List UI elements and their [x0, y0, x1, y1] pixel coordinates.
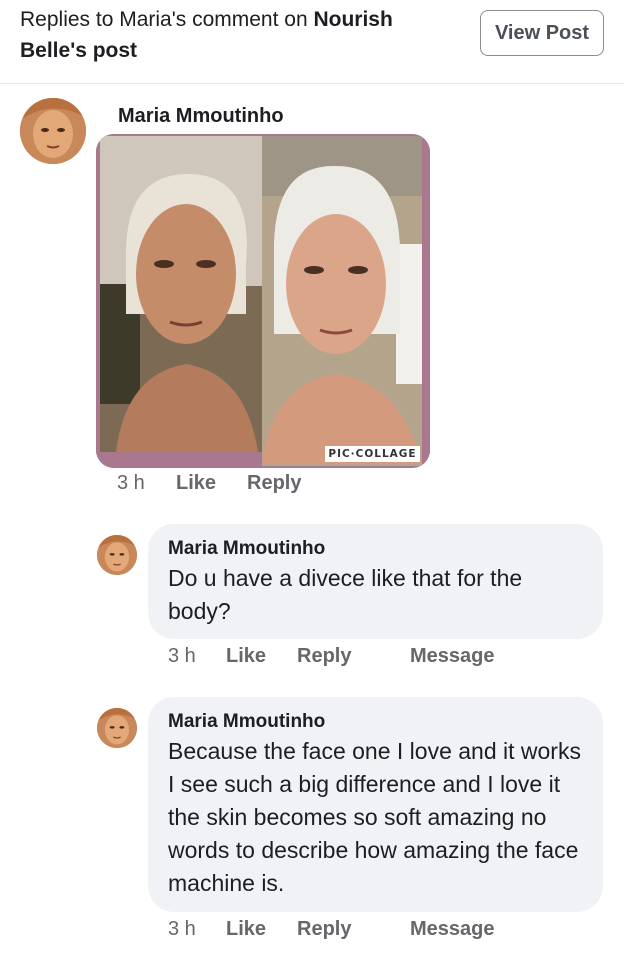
page-title: Replies to Maria's comment on Nourish Bel… [20, 4, 460, 66]
reply-author[interactable]: Maria Mmoutinho [168, 536, 583, 562]
avatar[interactable] [97, 708, 137, 748]
reply-bubble: Maria Mmoutinho Because the face one I l… [148, 697, 603, 912]
title-prefix: Replies to Maria's comment on [20, 8, 314, 31]
header-bar: Replies to Maria's comment on Nourish Bel… [0, 0, 624, 84]
reply-button[interactable]: Reply [297, 918, 351, 941]
message-button[interactable]: Message [410, 645, 495, 668]
reply-actions: 3 h Like Reply Message [168, 918, 568, 946]
avatar-face-icon [20, 98, 86, 164]
reply-button[interactable]: Reply [297, 645, 351, 668]
avatar-face-icon [97, 708, 137, 748]
collage-image [96, 134, 430, 468]
comment-timestamp[interactable]: 3 h [117, 472, 145, 495]
message-button[interactable]: Message [410, 918, 495, 941]
reply-text: Because the face one I love and it works… [168, 738, 581, 896]
reply-actions: 3 h Like Reply Message [168, 645, 568, 673]
like-button[interactable]: Like [176, 472, 216, 495]
like-button[interactable]: Like [226, 918, 266, 941]
reply-text: Do u have a divece like that for the bod… [168, 565, 523, 624]
pic-collage-watermark: PIC·COLLAGE [325, 446, 420, 462]
reply-timestamp[interactable]: 3 h [168, 645, 196, 668]
avatar[interactable] [20, 98, 86, 164]
reply-author[interactable]: Maria Mmoutinho [168, 709, 583, 735]
reply-bubble: Maria Mmoutinho Do u have a divece like … [148, 524, 603, 639]
comment-actions: 3 h Like Reply [117, 472, 417, 500]
comment-author[interactable]: Maria Mmoutinho [118, 105, 284, 128]
avatar-face-icon [97, 535, 137, 575]
view-post-button[interactable]: View Post [480, 10, 604, 56]
avatar[interactable] [97, 535, 137, 575]
title-suffix: 's post [70, 39, 138, 62]
like-button[interactable]: Like [226, 645, 266, 668]
reply-button[interactable]: Reply [247, 472, 301, 495]
comment-photo[interactable] [96, 134, 430, 468]
reply-timestamp[interactable]: 3 h [168, 918, 196, 941]
